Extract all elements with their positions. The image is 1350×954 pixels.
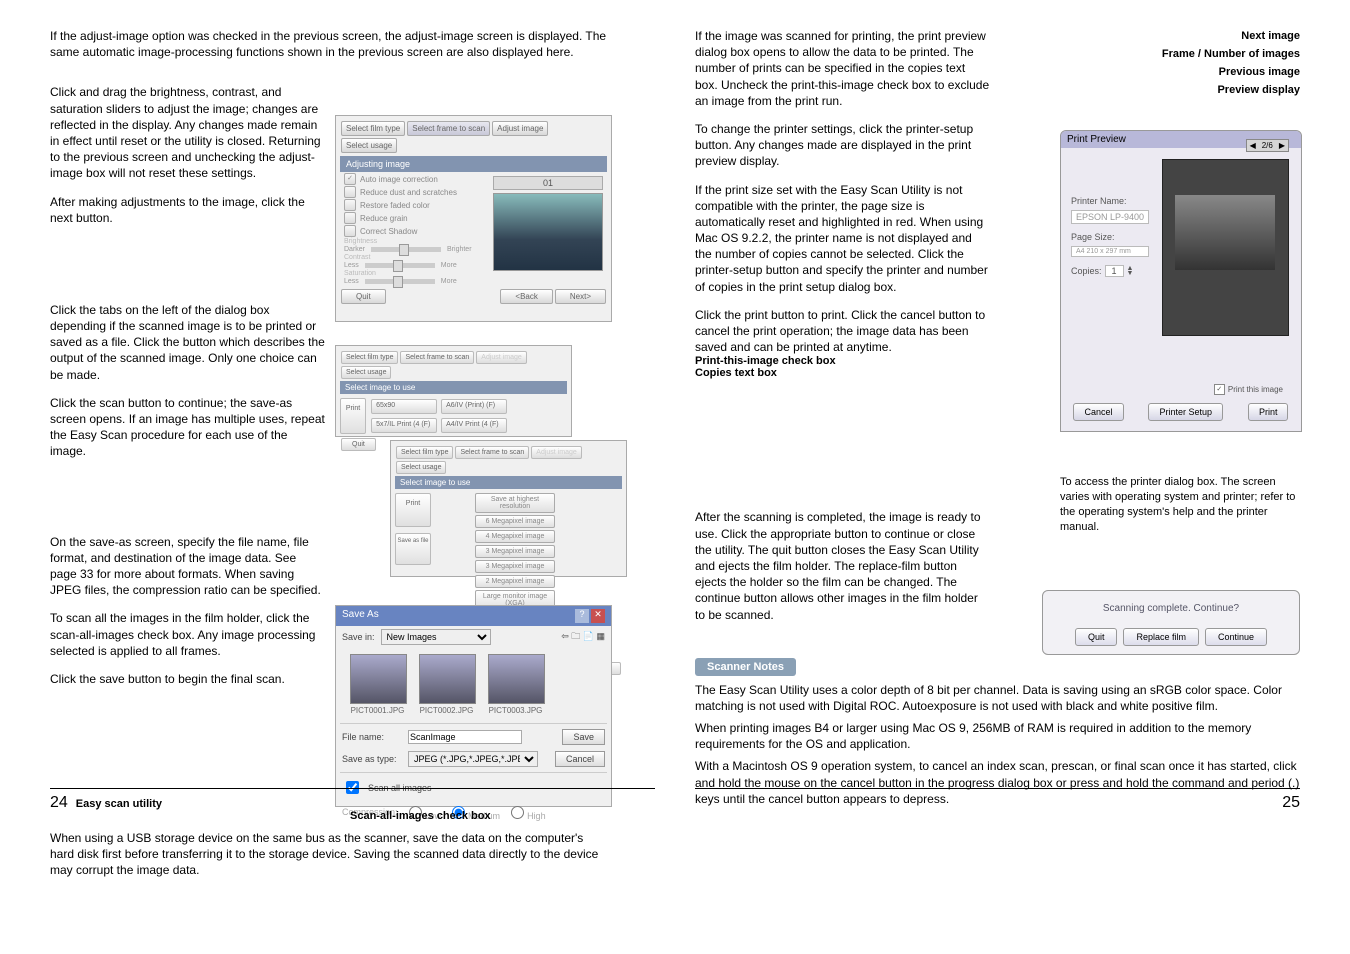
saturation-slider[interactable] (365, 279, 435, 284)
usb-note: When using a USB storage device on the s… (50, 830, 610, 879)
body-text: Click and drag the brightness, contrast,… (50, 84, 325, 181)
body-text: Click the tabs on the left of the dialog… (50, 302, 325, 383)
scanning-complete-dialog: Scanning complete. Continue? Quit Replac… (1042, 590, 1300, 655)
callout-next-image: Next image (1241, 30, 1300, 42)
quit-button[interactable]: Quit (341, 289, 386, 304)
preview-area (1162, 159, 1289, 336)
select-image-print-dialog: Select film typeSelect frame to scanAdju… (335, 345, 572, 437)
help-icon[interactable]: ? (575, 609, 589, 623)
tab-select-usage[interactable]: Select usage (341, 138, 397, 153)
reduce-grain-check[interactable] (344, 212, 356, 224)
print-tab[interactable]: Print (395, 493, 431, 527)
replace-film-button[interactable]: Replace film (1123, 628, 1199, 646)
thumb-image[interactable] (350, 654, 407, 704)
saveastype-select[interactable]: JPEG (*.JPG,*.JPEG,*.JPE) (408, 751, 538, 767)
frame-number: 01 (493, 176, 603, 190)
save-button[interactable]: Save (562, 729, 605, 745)
page-number: 25 (1282, 794, 1300, 812)
print-button[interactable]: Print (1248, 403, 1289, 421)
callout-preview-display: Preview display (1217, 84, 1300, 96)
thumb-image[interactable] (419, 654, 476, 704)
contrast-slider[interactable] (365, 263, 435, 268)
print-this-image-check[interactable]: ✓ (1214, 384, 1225, 395)
section-name: Easy scan utility (76, 798, 162, 810)
auto-correction-check[interactable]: ✓ (344, 173, 356, 185)
select-image-save-dialog: Select film typeSelect frame to scanAdju… (390, 440, 627, 577)
next-image-button[interactable]: ▶ (1279, 141, 1285, 150)
body-text: After the scanning is completed, the ima… (695, 509, 990, 622)
scanner-note: When printing images B4 or larger using … (695, 720, 1300, 752)
adjust-image-dialog: Select film typeSelect frame to scanAdju… (335, 115, 612, 322)
tab-adjust-image[interactable]: Adjust image (492, 121, 548, 136)
body-text: If the image was scanned for printing, t… (695, 28, 990, 109)
dialog-header: Adjusting image (340, 156, 607, 172)
filename-input[interactable] (408, 730, 522, 744)
thumb-image[interactable] (488, 654, 545, 704)
save-tab[interactable]: Save as file (395, 533, 431, 565)
copies-field[interactable]: 1 (1105, 265, 1124, 277)
body-text: On the save-as screen, specify the file … (50, 534, 325, 599)
brightness-slider[interactable] (371, 247, 441, 252)
printer-name-field: EPSON LP-9400 (1071, 210, 1149, 224)
printer-setup-button[interactable]: Printer Setup (1148, 403, 1223, 421)
next-button[interactable]: Next> (555, 289, 606, 304)
correct-shadow-check[interactable] (344, 225, 356, 237)
body-text: To scan all the images in the film holde… (50, 610, 325, 659)
callout-previous-image: Previous image (1219, 66, 1300, 78)
body-text: If the print size set with the Easy Scan… (695, 182, 990, 295)
scanner-note: With a Macintosh OS 9 operation system, … (695, 758, 1300, 807)
restore-color-check[interactable] (344, 199, 356, 211)
cancel-button[interactable]: Cancel (555, 751, 605, 767)
tab-select-frame[interactable]: Select frame to scan (407, 121, 490, 136)
print-preview-dialog: Print Preview ◀ 2/6 ▶ Printer Name: EPSO… (1060, 130, 1302, 432)
save-as-dialog: Save As?✕ Save in:New Images⇦ 🗀 📄 ▦ PICT… (335, 605, 612, 807)
body-text: Click the print button to print. Click t… (695, 307, 990, 356)
quit-button[interactable]: Quit (341, 438, 376, 451)
scan-all-images-label: Scan-all-images check box (350, 810, 491, 822)
print-tab[interactable]: Print (340, 398, 366, 434)
preview-thumb (493, 193, 603, 271)
prev-image-button[interactable]: ◀ (1250, 141, 1256, 150)
page-size-field: A4 210 x 297 mm (1071, 246, 1149, 257)
frame-count: 2/6 (1262, 141, 1273, 150)
quit-button[interactable]: Quit (1075, 628, 1118, 646)
body-text: To change the printer settings, click th… (695, 121, 990, 170)
access-note: To access the printer dialog box. The sc… (1060, 475, 1300, 534)
body-text: After making adjustments to the image, c… (50, 194, 325, 226)
body-text: Click the scan button to continue; the s… (50, 395, 325, 460)
copies-spinner[interactable]: ▲▼ (1127, 266, 1134, 276)
callout-frame-number: Frame / Number of images (1162, 48, 1300, 60)
compression-high-radio[interactable] (511, 806, 524, 819)
dialog-message: Scanning complete. Continue? (1051, 603, 1291, 614)
page-number: 24 (50, 794, 68, 812)
continue-button[interactable]: Continue (1205, 628, 1267, 646)
back-button[interactable]: <Back (500, 289, 552, 304)
body-text: Click the save button to begin the final… (50, 671, 325, 687)
close-icon[interactable]: ✕ (591, 609, 605, 623)
intro-text: If the adjust-image option was checked i… (50, 28, 610, 60)
reduce-dust-check[interactable] (344, 186, 356, 198)
dialog-title: Save As (342, 609, 379, 623)
scanner-notes-header: Scanner Notes (695, 658, 796, 676)
savein-select[interactable]: New Images (381, 629, 491, 645)
tab-select-film[interactable]: Select film type (341, 121, 405, 136)
scanner-note: The Easy Scan Utility uses a color depth… (695, 682, 1300, 714)
cancel-button[interactable]: Cancel (1073, 403, 1123, 421)
